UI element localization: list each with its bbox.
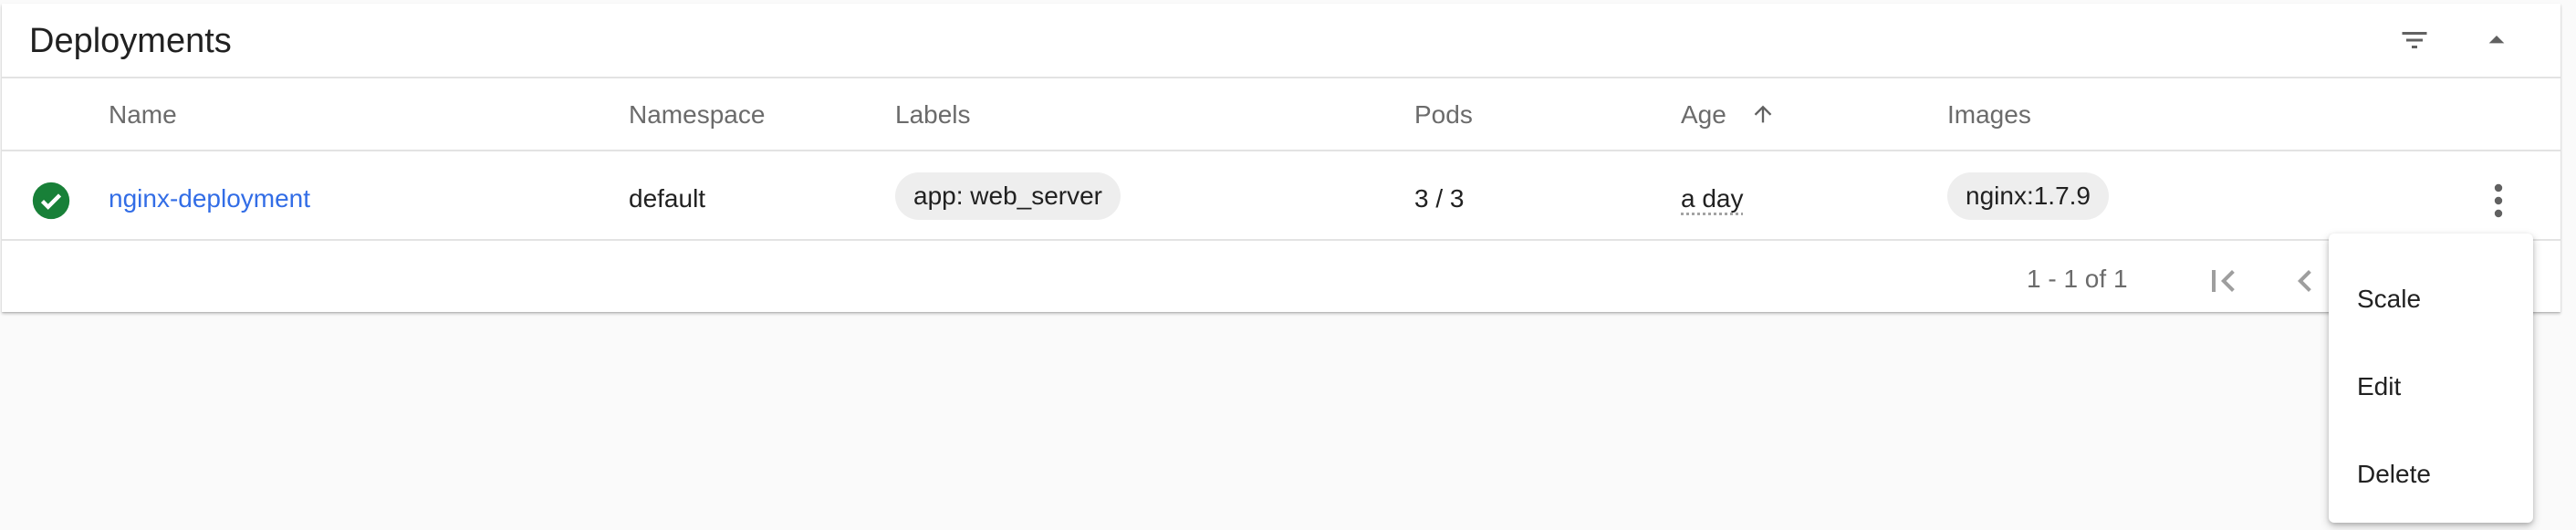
deployments-card: Deployments Name Namespace Labels Pods A… (2, 4, 2560, 312)
column-header-namespace[interactable]: Namespace (629, 100, 765, 130)
card-header: Deployments (2, 4, 2560, 78)
first-page-icon[interactable] (2201, 259, 2245, 303)
menu-item-edit[interactable]: Edit (2329, 345, 2533, 429)
deployment-name-link[interactable]: nginx-deployment (109, 184, 310, 213)
header-divider (2, 150, 2560, 151)
more-vert-icon[interactable] (2477, 177, 2520, 224)
menu-item-delete[interactable]: Delete (2329, 432, 2533, 516)
image-chip: nginx:1.7.9 (1947, 172, 2109, 220)
namespace-cell: default (629, 184, 706, 213)
arrow-upward-icon[interactable] (1750, 100, 1776, 128)
menu-item-label: Delete (2357, 460, 2431, 488)
column-header-images: Images (1947, 100, 2031, 129)
arrow-drop-up-icon[interactable] (2475, 18, 2519, 62)
chevron-left-icon[interactable] (2283, 259, 2327, 303)
menu-item-label: Edit (2357, 372, 2402, 400)
row-divider (2, 239, 2560, 241)
row-actions-menu: Scale Edit Delete (2329, 234, 2533, 523)
menu-item-scale[interactable]: Scale (2329, 257, 2533, 341)
label-chip: app: web_server (895, 172, 1121, 220)
pods-cell: 3 / 3 (1414, 184, 1465, 213)
filter-list-icon[interactable] (2393, 18, 2436, 62)
column-header-name[interactable]: Name (109, 100, 177, 130)
column-header-pods: Pods (1414, 100, 1473, 129)
check-circle-icon (31, 181, 71, 221)
card-title: Deployments (29, 22, 232, 60)
column-header-age[interactable]: Age (1681, 100, 1726, 130)
age-cell: a day (1681, 184, 1744, 213)
pagination-range: 1 - 1 of 1 (2027, 265, 2128, 293)
column-header-labels: Labels (895, 100, 971, 129)
menu-item-label: Scale (2357, 285, 2422, 313)
